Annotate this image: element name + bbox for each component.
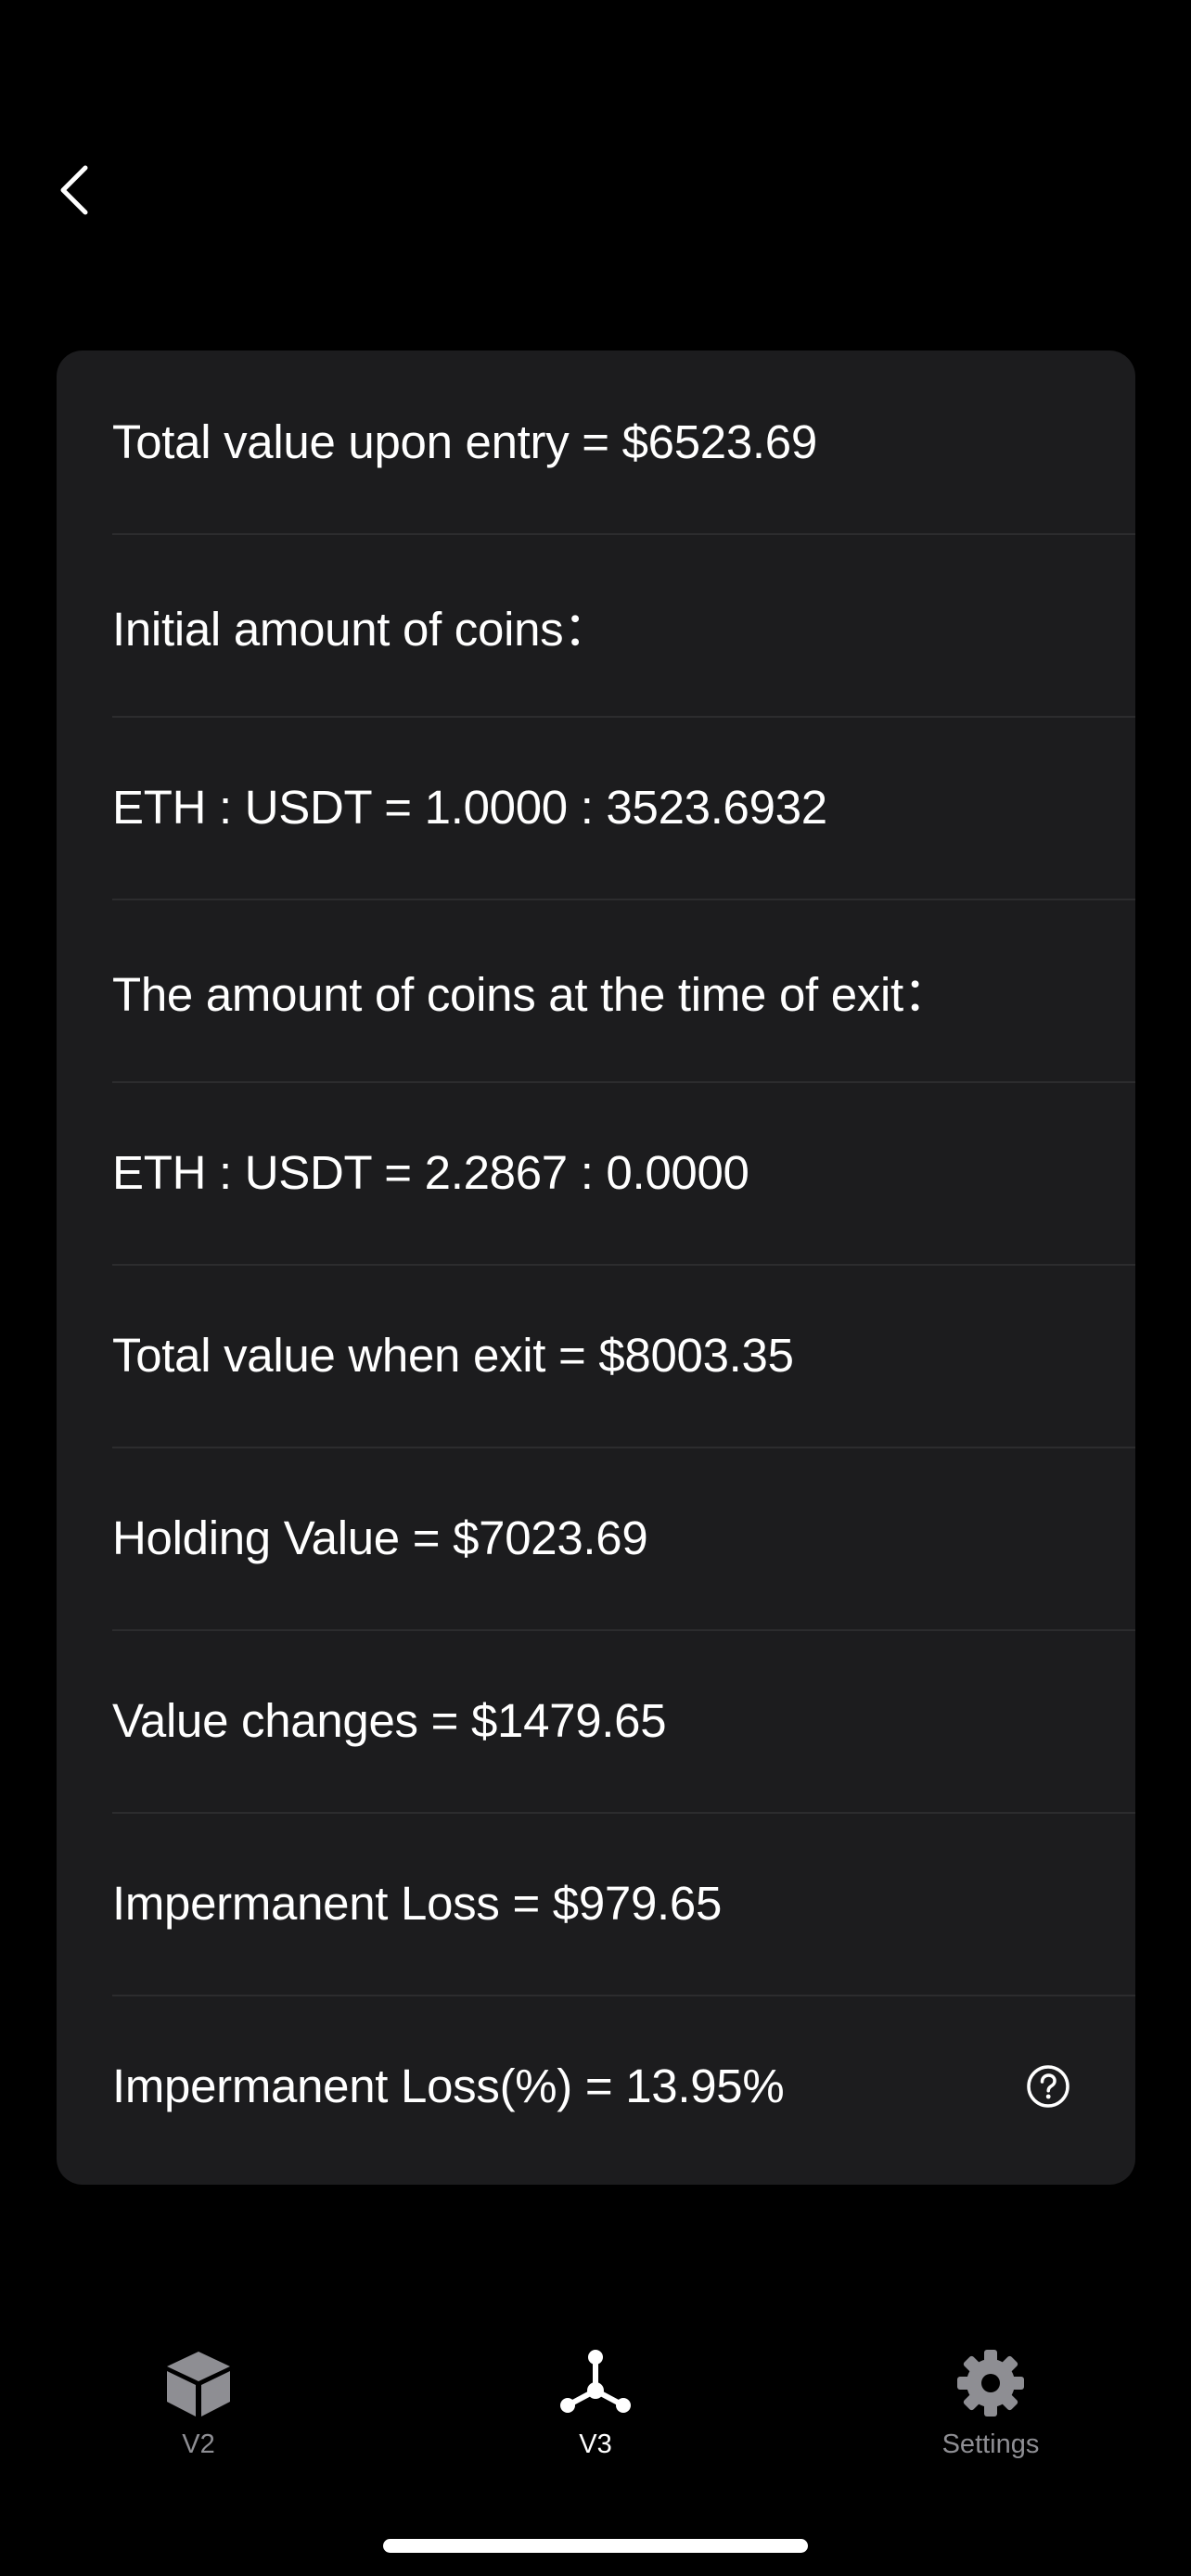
row-total-value-entry: Total value upon entry = $6523.69	[112, 351, 1135, 533]
tab-v3[interactable]: V3	[475, 2346, 716, 2485]
cube-icon	[163, 2346, 234, 2420]
tab-settings[interactable]: Settings	[870, 2346, 1111, 2485]
value-changes-text: Value changes = $1479.65	[112, 1694, 667, 1747]
row-exit-amount-header: The amount of coins at the time of exit：	[112, 899, 1135, 1081]
tab-bar: V2 V3 Settings	[0, 2346, 1191, 2494]
impermanent-loss-percent-text: Impermanent Loss(%) = 13.95%	[112, 2060, 785, 2112]
initial-ratio-text: ETH : USDT = 1.0000 : 3523.6932	[112, 781, 827, 834]
row-exit-ratio: ETH : USDT = 2.2867 : 0.0000	[112, 1081, 1135, 1264]
impermanent-loss-text: Impermanent Loss = $979.65	[112, 1877, 723, 1930]
exit-ratio-text: ETH : USDT = 2.2867 : 0.0000	[112, 1146, 749, 1199]
tab-v3-label: V3	[579, 2429, 612, 2459]
total-value-entry-text: Total value upon entry = $6523.69	[112, 415, 817, 468]
network-nodes-icon	[558, 2346, 633, 2420]
row-total-value-exit: Total value when exit = $8003.35	[112, 1264, 1135, 1447]
row-value-changes: Value changes = $1479.65	[112, 1629, 1135, 1812]
tab-settings-label: Settings	[941, 2429, 1040, 2459]
tab-v2-label: V2	[182, 2429, 215, 2459]
chevron-left-icon	[60, 165, 88, 215]
row-initial-ratio: ETH : USDT = 1.0000 : 3523.6932	[112, 716, 1135, 899]
holding-value-text: Holding Value = $7023.69	[112, 1511, 648, 1564]
gear-icon	[955, 2346, 1026, 2420]
row-initial-amount-header: Initial amount of coins：	[112, 533, 1135, 716]
row-impermanent-loss: Impermanent Loss = $979.65	[112, 1812, 1135, 1995]
initial-amount-header-text: Initial amount of coins：	[112, 602, 611, 656]
row-impermanent-loss-percent: Impermanent Loss(%) = 13.95%	[112, 1995, 1135, 2177]
question-circle-icon[interactable]	[1026, 2064, 1070, 2109]
row-holding-value: Holding Value = $7023.69	[112, 1447, 1135, 1629]
total-value-exit-text: Total value when exit = $8003.35	[112, 1329, 794, 1382]
results-card: Total value upon entry = $6523.69 Initia…	[57, 351, 1135, 2185]
back-button[interactable]	[46, 158, 102, 223]
tab-v2[interactable]: V2	[78, 2346, 319, 2485]
home-indicator	[383, 2539, 808, 2553]
exit-amount-header-text: The amount of coins at the time of exit：	[112, 967, 951, 1021]
